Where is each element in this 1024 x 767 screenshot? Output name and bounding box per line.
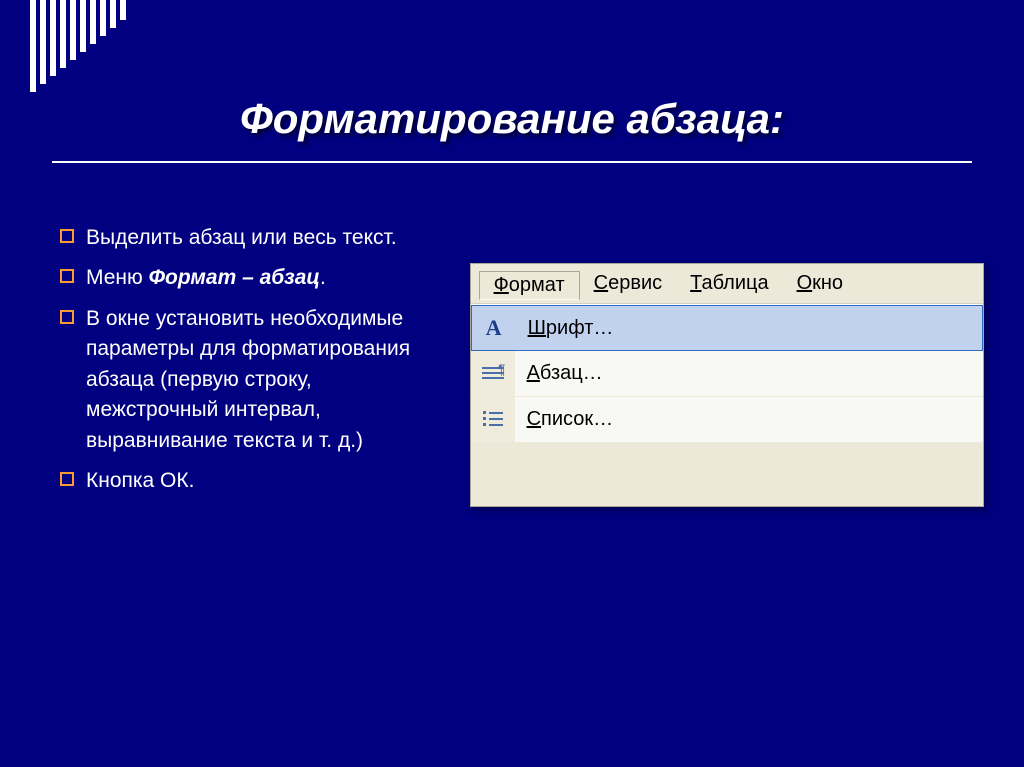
bullet-text: Меню Формат – абзац. [86, 263, 430, 293]
bullet-square-icon [60, 310, 74, 324]
menu-screenshot: ФорматСервисТаблицаОкно A Шрифт… Абзац… Спи… [470, 263, 984, 507]
bullet-ul: Выделить абзац или весь текст. Меню Форма… [60, 223, 430, 497]
font-A-icon: A [472, 306, 516, 350]
bullet-square-icon [60, 269, 74, 283]
dropdown: A Шрифт… Абзац… Список… [471, 304, 983, 443]
bullet-text: Выделить абзац или весь текст. [86, 223, 430, 253]
bullet-item: Кнопка ОК. [60, 466, 430, 496]
para-icon-icon [471, 351, 515, 396]
menu-item[interactable]: A Шрифт… [471, 305, 983, 351]
bullet-square-icon [60, 472, 74, 486]
menu-формат[interactable]: Формат [479, 271, 580, 300]
menu-таблица[interactable]: Таблица [676, 270, 782, 299]
menu-item-label: Шрифт… [528, 317, 614, 340]
bullet-item: В окне установить необходимые параметры … [60, 304, 430, 456]
menu-item-label: Список… [527, 408, 614, 431]
menubar: ФорматСервисТаблицаОкно [471, 264, 983, 304]
content-area: Выделить абзац или весь текст. Меню Форма… [0, 163, 1024, 507]
slide-title: Форматирование абзаца: [0, 0, 1024, 143]
menu-окно[interactable]: Окно [783, 270, 857, 299]
bullet-text: Кнопка ОК. [86, 466, 430, 496]
menu-item[interactable]: Абзац… [471, 351, 983, 397]
bullet-square-icon [60, 229, 74, 243]
bullet-item: Меню Формат – абзац. [60, 263, 430, 293]
menu-overflow [857, 270, 885, 299]
bullet-item: Выделить абзац или весь текст. [60, 223, 430, 253]
menu-item-label: Абзац… [527, 362, 603, 385]
bullet-text: В окне установить необходимые параметры … [86, 304, 430, 456]
decorative-bars [30, 0, 126, 92]
menu-сервис[interactable]: Сервис [580, 270, 677, 299]
menu-item[interactable]: Список… [471, 397, 983, 443]
list-icon-icon [471, 397, 515, 442]
bullet-list: Выделить абзац или весь текст. Меню Форма… [40, 223, 430, 507]
